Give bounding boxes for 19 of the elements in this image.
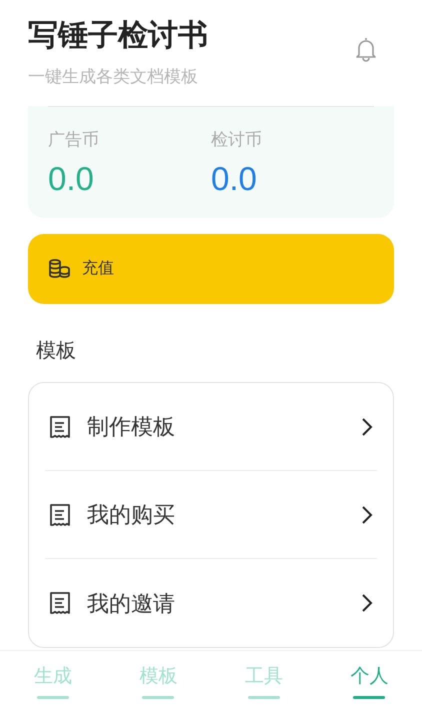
coins-icon [48,259,70,279]
menu-item[interactable]: 我的购买 [45,471,377,559]
menu-item[interactable]: 制作模板 [45,383,377,471]
receipt-icon [49,502,71,526]
notification-bell-icon[interactable] [354,36,378,62]
app-subtitle: 一键生成各类文档模板 [28,66,199,88]
chevron-right-icon [361,593,373,613]
balance-label: 广告币 [48,128,100,150]
menu-item[interactable]: 我的邀请 [45,559,377,647]
chevron-right-icon [361,504,373,524]
receipt-icon [49,414,71,438]
balance-label: 检讨币 [211,128,263,150]
balance-value: 0.0 [211,159,258,199]
balance-value: 0.0 [48,159,95,199]
app-title: 写锤子检讨书 [28,18,208,54]
receipt-icon [49,591,71,615]
chevron-right-icon [361,416,373,436]
section-title: 模板 [36,339,76,364]
recharge-button[interactable]: 充值 [28,234,394,304]
